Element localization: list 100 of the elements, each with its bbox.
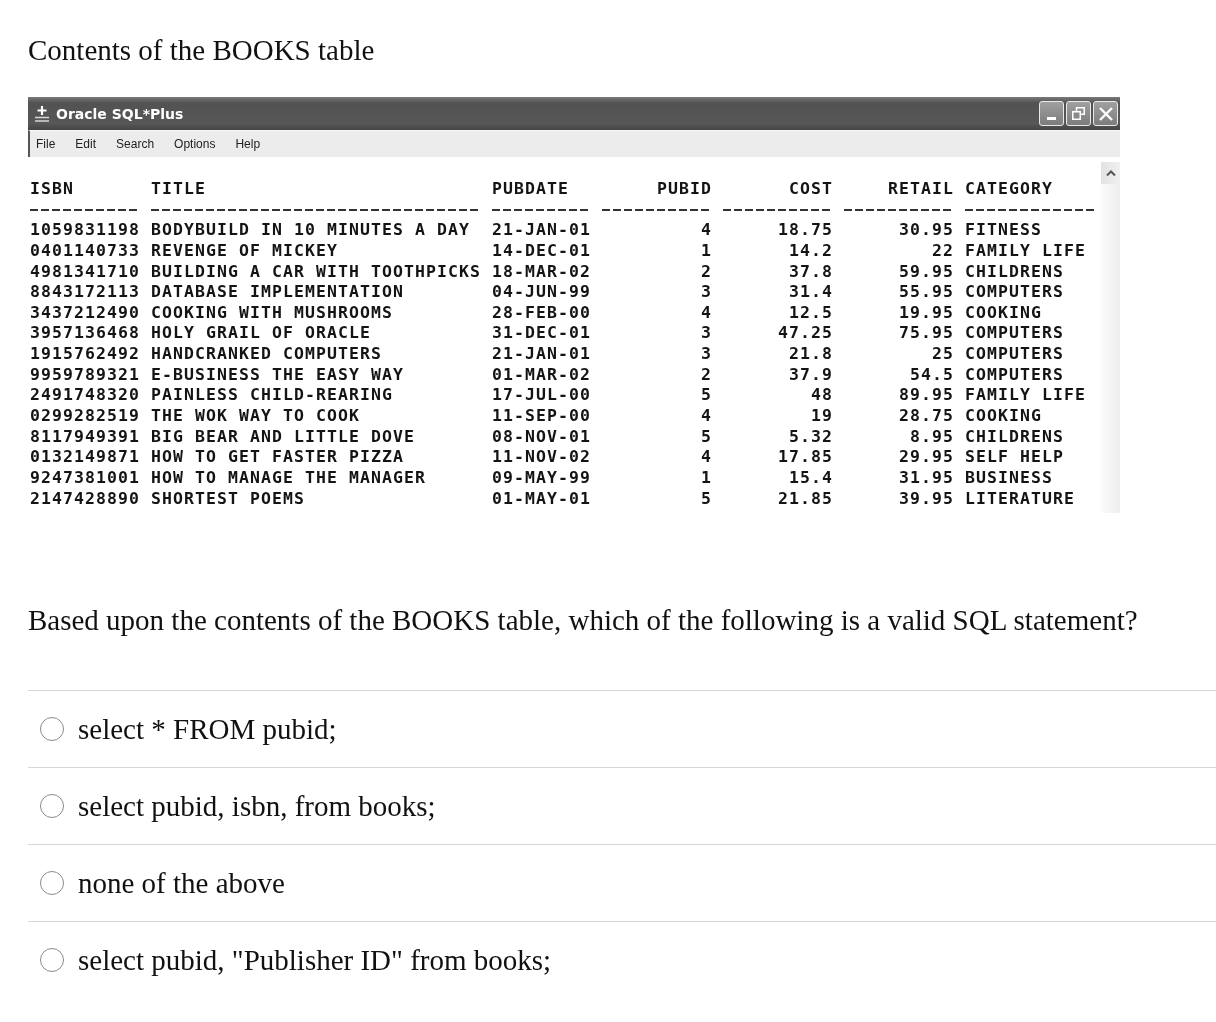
table-cell-text: DATABASE IMPLEMENTATION [151,282,406,303]
table-cell: 8117949391 [30,426,140,448]
table-cell: 11-NOV-02 [492,447,591,468]
table-cell-text: BUSINESS [965,467,1055,489]
menu-item[interactable]: Search [114,137,157,151]
column-header: PUBID [655,179,712,200]
table-cell-text: 48 [810,385,833,407]
table-cell: 4981341710 [30,261,140,283]
option-label[interactable]: select pubid, isbn, from books; [78,789,436,823]
table-cell: 3957136468 [30,323,140,345]
table-cell: 01-MAR-02 [492,364,591,386]
table-cell-text: 75.95 [897,323,954,345]
radio-button[interactable] [40,871,64,895]
table-cell-text: 8.95 [909,426,954,448]
column-header: CATEGORY [965,179,1055,200]
table-cell-text: 4 [700,302,712,324]
column-header: RETAIL [886,179,954,200]
option-label[interactable]: select pubid, "Publisher ID" from books; [78,943,552,977]
table-cell-text: BIG BEAR AND LITTLE DOVE [151,426,417,448]
table-cell: 21-JAN-01 [492,220,591,241]
table-cell-text: 29.95 [897,447,954,468]
window-title: Oracle SQL*Plus [56,105,185,122]
table-cell-text: COMPUTERS [965,344,1066,365]
table-cell-text: 21.85 [776,488,833,510]
table-cell-text: PAINLESS CHILD-REARING [151,385,395,407]
table-cell-text: 1 [700,467,712,489]
table-cell-text: COOKING WITH MUSHROOMS [151,302,395,324]
table-cell-text: 89.95 [897,385,954,407]
table-cell: 04-JUN-99 [492,282,591,303]
close-icon [1098,106,1113,121]
table-cell-text: COMPUTERS [965,282,1066,303]
table-cell: 0299282519 [30,406,140,427]
restore-button[interactable] [1066,101,1091,126]
table-cell-text: FAMILY LIFE [965,385,1088,407]
table-cell-text: HOW TO MANAGE THE MANAGER [151,467,428,489]
option-label[interactable]: none of the above [78,866,285,900]
table-cell-text: 5 [700,488,712,510]
minimize-button[interactable] [1039,101,1064,126]
table-cell-text: 21.8 [788,344,833,365]
table-cell: 21-JAN-01 [492,344,591,365]
table-cell-text: 5 [700,426,712,448]
table-cell-text: 17.85 [776,447,833,468]
table-cell-text: 54.5 [909,364,954,386]
table-cell: 8843172113 [30,282,140,303]
table-cell-text: E-BUSINESS THE EASY WAY [151,364,406,386]
radio-button[interactable] [40,717,64,741]
table-cell: 9959789321 [30,364,140,386]
column-header: PUBDATE [492,179,571,200]
table-cell-text: FAMILY LIFE [965,240,1088,262]
table-cell-text: 3 [700,282,712,303]
option-label[interactable]: select * FROM pubid; [78,712,337,746]
table-cell-text: SHORTEST POEMS [151,488,307,510]
table-cell: 17-JUL-00 [492,385,591,407]
menu-item[interactable]: File [34,137,58,151]
radio-button[interactable] [40,948,64,972]
radio-button[interactable] [40,794,64,818]
table-cell-text: 3 [700,344,712,365]
table-cell-text: HOW TO GET FASTER PIZZA [151,447,406,468]
table-cell-text: COMPUTERS [965,364,1066,386]
table-cell-text: 4 [700,406,712,427]
table-cell-text: 4 [700,447,712,468]
table-cell-text: 15.4 [788,467,833,489]
table-cell-text: 31.4 [788,282,833,303]
table-cell-text: THE WOK WAY TO COOK [151,406,362,427]
table-cell-text: 31.95 [897,467,954,489]
table-cell: 01-MAY-01 [492,488,591,510]
table-cell-text: 47.25 [776,323,833,345]
table-cell-text: 55.95 [897,282,954,303]
table-cell-text: 2 [700,364,712,386]
table-cell-text: 1 [700,240,712,262]
table-cell-text: 3 [700,323,712,345]
table-cell: 2147428890 [30,488,140,510]
table-cell-text: LITERATURE [965,488,1077,510]
table-cell: 0401140733 [30,240,140,262]
table-cell-text: 18.75 [776,220,833,241]
menu-item[interactable]: Help [233,137,263,151]
table-cell-text: 37.9 [788,364,833,386]
table-cell-text: REVENGE OF MICKEY [151,240,340,262]
table-cell: 08-NOV-01 [492,426,591,448]
column-header: ISBN [30,179,75,200]
page-heading: Contents of the BOOKS table [28,33,376,67]
table-cell: 9247381001 [30,467,140,489]
table-cell-text: 25 [931,344,954,365]
table-cell-text: COMPUTERS [965,323,1066,345]
table-cell-text: 19 [810,406,833,427]
table-cell-text: 14.2 [788,240,833,262]
menu-item[interactable]: Edit [73,137,99,151]
table-cell-text: 37.8 [788,261,833,283]
table-cell: 11-SEP-00 [492,406,591,427]
table-cell-text: 28.75 [897,406,954,427]
close-button[interactable] [1093,101,1118,126]
question-text: Based upon the contents of the BOOKS table, which of the following is a valid SQL statement? [28,603,1139,637]
caret-up-icon [1105,170,1116,176]
table-cell-text: 5.32 [788,426,833,448]
menu-item[interactable]: Options [172,137,218,151]
table-cell-text: COOKING [965,406,1044,427]
column-header: TITLE [151,179,208,200]
table-cell-text: 5 [700,385,712,407]
table-cell: 09-MAY-99 [492,467,591,489]
minimize-icon [1047,116,1056,120]
